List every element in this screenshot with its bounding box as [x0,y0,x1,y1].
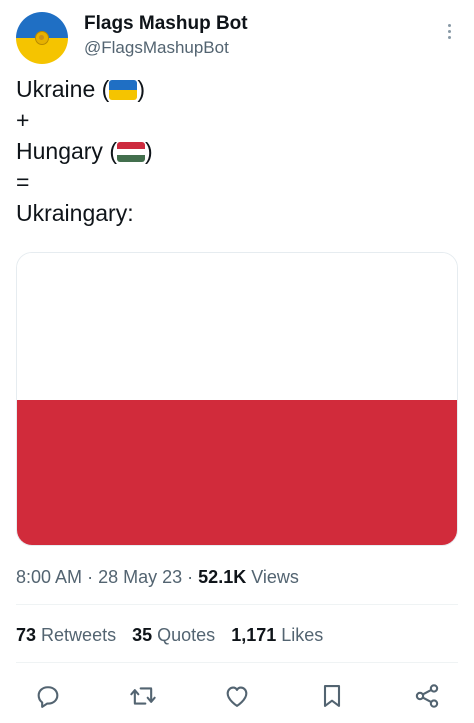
tweet-line-2: + [16,107,30,133]
quotes-label: Quotes [157,625,216,645]
retweets-label: Retweets [41,625,117,645]
tweet-line-3: Hungary () [16,136,458,167]
retweets-stat[interactable]: 73 Retweets [16,625,116,645]
likes-count: 1,171 [231,625,277,645]
quotes-stat[interactable]: 35 Quotes [132,625,215,645]
views-count: 52.1K [198,567,247,587]
hungary-flag-icon [117,142,145,162]
tweet-date[interactable]: 28 May 23 [98,567,182,587]
more-options-icon[interactable] [446,24,452,42]
handle[interactable]: @FlagsMashupBot [84,36,248,60]
retweets-count: 73 [16,625,37,645]
sun-emblem-icon [35,31,49,45]
tweet-line-4: = [16,169,30,195]
paren-open: ( [109,138,117,164]
paren-close: ) [145,138,153,164]
likes-stat[interactable]: 1,171 Likes [231,625,323,645]
country-ukraine: Ukraine [16,76,96,102]
quotes-count: 35 [132,625,153,645]
divider [16,662,458,663]
paren-open: ( [101,76,110,102]
share-icon[interactable] [413,682,441,710]
ukraine-flag-icon [109,80,138,100]
tweet-line-1: Ukraine () [16,74,458,105]
country-hungary: Hungary [16,138,103,164]
tweet-time[interactable]: 8:00 AM [16,567,82,587]
engagement-stats: 73 Retweets 35 Quotes 1,171 Likes [16,622,323,648]
reply-icon[interactable] [34,682,62,710]
flag-red-band [17,400,457,545]
retweet-icon[interactable] [129,682,157,710]
views-label: Views [251,567,299,587]
paren-close: ) [137,76,145,102]
tweet-meta: 8:00 AM · 28 May 23 · 52.1K Views [16,564,299,590]
author-names[interactable]: Flags Mashup Bot @FlagsMashupBot [84,12,248,60]
avatar[interactable] [16,12,68,64]
display-name[interactable]: Flags Mashup Bot [84,12,248,36]
mashup-flag-image[interactable] [16,252,458,546]
bookmark-icon[interactable] [318,682,346,710]
tweet-header: Flags Mashup Bot @FlagsMashupBot [16,10,458,66]
tweet-line-5: Ukraingary: [16,200,134,226]
action-bar [16,674,458,718]
divider [16,604,458,605]
meta-separator: · [187,567,194,587]
meta-separator: · [87,567,94,587]
likes-label: Likes [281,625,324,645]
like-icon[interactable] [223,682,251,710]
tweet-text: Ukraine () + Hungary () = Ukraingary: [16,74,458,229]
flag-white-band [17,253,457,400]
